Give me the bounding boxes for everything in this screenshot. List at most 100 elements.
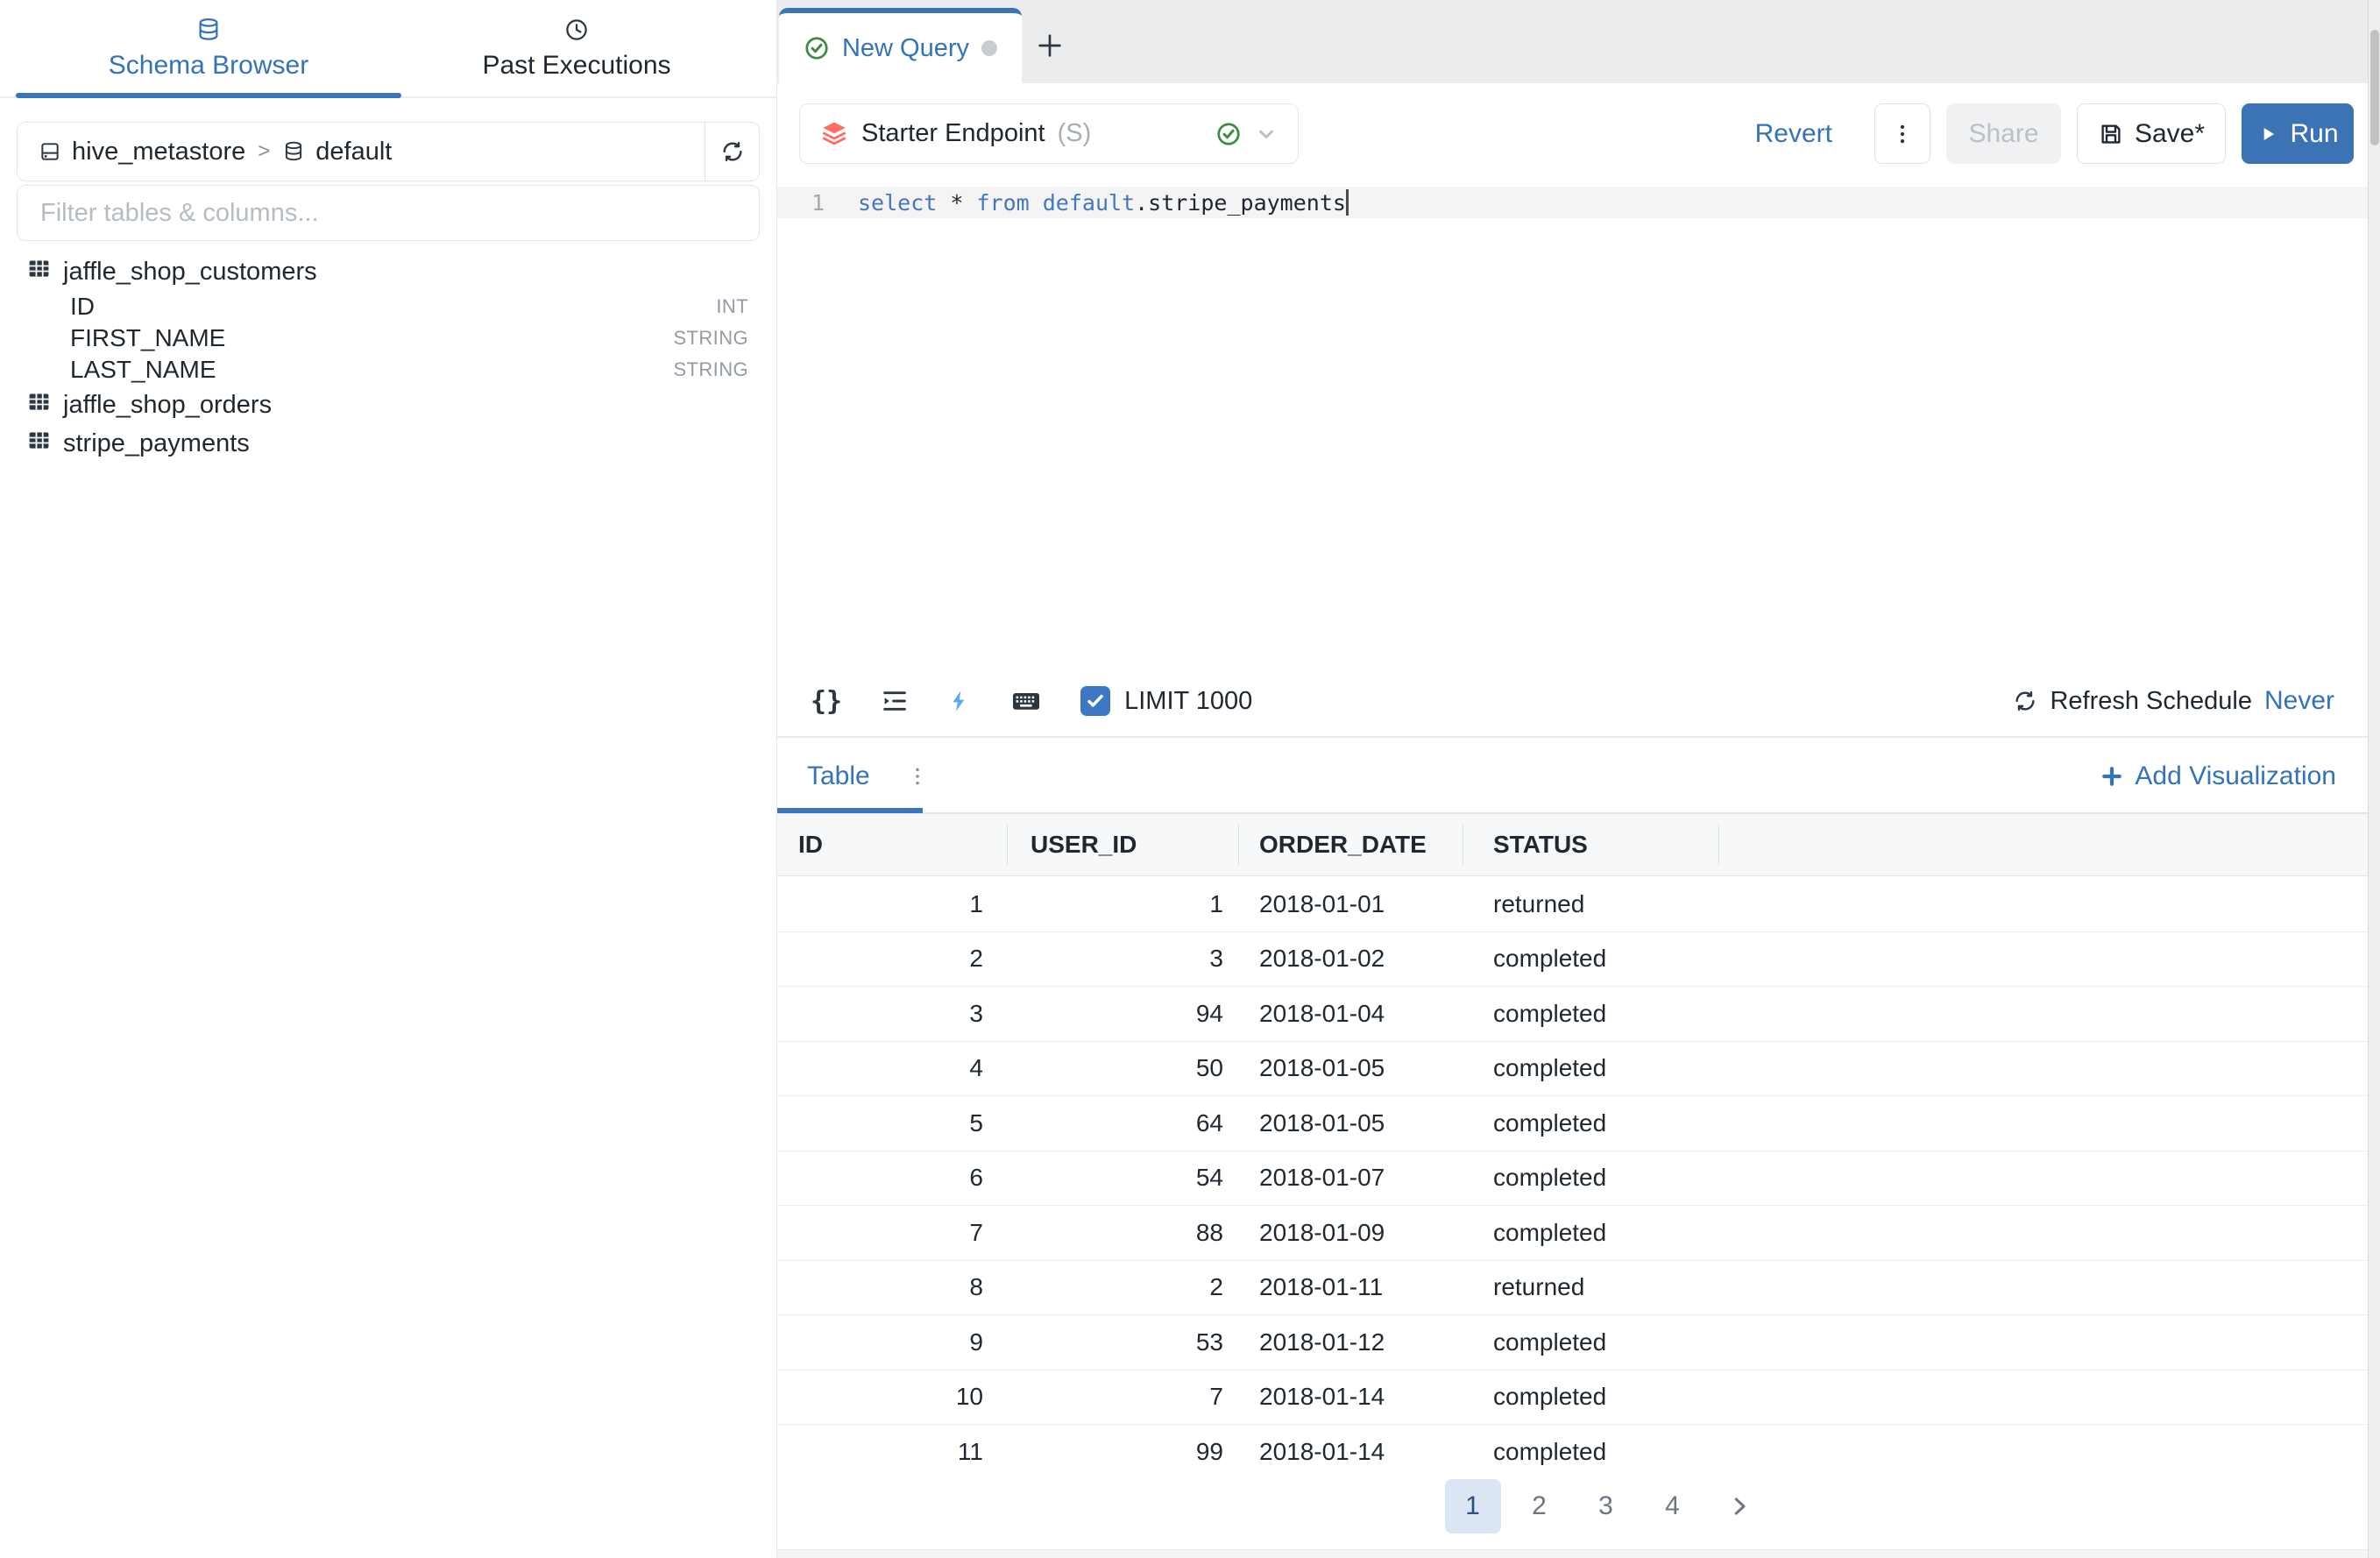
table-cell: 9 bbox=[777, 1315, 1008, 1370]
tree-table-item[interactable]: jaffle_shop_orders bbox=[0, 386, 776, 424]
table-row: 9532018-01-12completed bbox=[777, 1315, 2368, 1370]
table-row: 11992018-01-14completed bbox=[777, 1425, 2368, 1480]
table-cell: 6 bbox=[777, 1151, 1008, 1206]
tab-past-executions[interactable]: Past Executions bbox=[401, 0, 752, 96]
save-button[interactable]: Save* bbox=[2077, 103, 2226, 164]
page-button[interactable]: 4 bbox=[1645, 1479, 1701, 1533]
results-table-body: 112018-01-01returned232018-01-02complete… bbox=[777, 877, 2368, 1480]
format-code-icon[interactable]: {} bbox=[811, 686, 842, 717]
sql-editor[interactable]: 1 select * from default.stripe_payments bbox=[777, 180, 2368, 666]
table-cell: 2 bbox=[1008, 1261, 1239, 1315]
sidebar: Schema Browser Past Executions bbox=[0, 0, 777, 1558]
query-tab-new-query[interactable]: New Query bbox=[779, 8, 1022, 83]
breadcrumb-separator: > bbox=[256, 139, 272, 164]
tree-column-item[interactable]: FIRST_NAMESTRING bbox=[0, 322, 776, 354]
table-cell: 8 bbox=[777, 1261, 1008, 1315]
results-options-button[interactable] bbox=[905, 764, 930, 789]
results-table-header: ID USER_ID ORDER_DATE STATUS bbox=[777, 813, 2368, 876]
sql-editor-app: Schema Browser Past Executions bbox=[0, 0, 2380, 1558]
breadcrumb-path[interactable]: hive_metastore > default bbox=[18, 138, 705, 166]
column-header[interactable]: USER_ID bbox=[1008, 814, 1239, 875]
endpoint-selector[interactable]: Starter Endpoint (S) bbox=[799, 103, 1299, 164]
table-name: jaffle_shop_orders bbox=[63, 391, 272, 420]
column-header[interactable]: STATUS bbox=[1463, 814, 1719, 875]
new-tab-button[interactable] bbox=[1022, 8, 1078, 83]
table-cell: 2018-01-04 bbox=[1239, 987, 1463, 1041]
table-cell: 7 bbox=[777, 1206, 1008, 1260]
page-button[interactable]: 2 bbox=[1512, 1479, 1568, 1533]
refresh-icon bbox=[720, 139, 745, 164]
run-label: Run bbox=[2290, 119, 2338, 149]
toolbar-actions: Revert Share Save* bbox=[1755, 103, 2354, 164]
table-cell-filler bbox=[1719, 1261, 2368, 1315]
main-panel: New Query Starter Endpoint ( bbox=[777, 0, 2380, 1558]
filter-input[interactable] bbox=[17, 185, 760, 241]
results-header: Table Add Visualization bbox=[777, 740, 2368, 813]
code-token: stripe_payments bbox=[1148, 190, 1346, 216]
pagination: 1234 bbox=[777, 1479, 2368, 1533]
table-name: jaffle_shop_customers bbox=[63, 258, 317, 287]
tree-column-item[interactable]: IDINT bbox=[0, 291, 776, 322]
catalog-icon bbox=[39, 140, 61, 163]
column-name: ID bbox=[70, 293, 95, 321]
page-button[interactable]: 1 bbox=[1445, 1479, 1501, 1533]
tab-label: Past Executions bbox=[482, 51, 670, 81]
tab-results-table[interactable]: Table bbox=[807, 761, 870, 791]
sidebar-tabs: Schema Browser Past Executions bbox=[0, 0, 776, 98]
run-button[interactable]: Run bbox=[2242, 103, 2354, 164]
database-icon bbox=[195, 17, 222, 43]
table-cell: 94 bbox=[1008, 987, 1239, 1041]
table-cell: completed bbox=[1463, 1096, 1719, 1151]
table-cell: 2018-01-09 bbox=[1239, 1206, 1463, 1260]
column-header[interactable]: ORDER_DATE bbox=[1239, 814, 1463, 875]
table-cell: completed bbox=[1463, 1315, 1719, 1370]
table-cell: 54 bbox=[1008, 1151, 1239, 1206]
table-cell: 2 bbox=[777, 932, 1008, 987]
breadcrumb: hive_metastore > default bbox=[17, 122, 760, 181]
refresh-schema-button[interactable] bbox=[705, 123, 759, 181]
table-cell: 2018-01-02 bbox=[1239, 932, 1463, 987]
vertical-scrollbar[interactable] bbox=[2368, 0, 2380, 1558]
breadcrumb-catalog[interactable]: hive_metastore bbox=[72, 138, 245, 166]
page-button[interactable]: 3 bbox=[1578, 1479, 1634, 1533]
table-icon bbox=[26, 389, 52, 421]
tree-table-item[interactable]: stripe_payments bbox=[0, 424, 776, 463]
table-row: 3942018-01-04completed bbox=[777, 987, 2368, 1042]
table-cell: completed bbox=[1463, 1370, 1719, 1425]
breadcrumb-schema[interactable]: default bbox=[315, 138, 392, 166]
revert-button[interactable]: Revert bbox=[1755, 119, 1832, 149]
next-page-button[interactable] bbox=[1711, 1479, 1767, 1533]
table-cell-filler bbox=[1719, 1042, 2368, 1096]
table-cell: 11 bbox=[777, 1425, 1008, 1480]
indent-icon[interactable] bbox=[881, 687, 909, 715]
play-icon bbox=[2256, 123, 2279, 145]
endpoint-name: Starter Endpoint bbox=[861, 119, 1045, 148]
lightning-icon[interactable] bbox=[947, 689, 972, 713]
column-header-filler bbox=[1719, 814, 2368, 875]
table-cell-filler bbox=[1719, 1425, 2368, 1480]
table-cell: 2018-01-07 bbox=[1239, 1151, 1463, 1206]
table-cell-filler bbox=[1719, 877, 2368, 931]
share-button[interactable]: Share bbox=[1946, 103, 2061, 164]
tab-schema-browser[interactable]: Schema Browser bbox=[16, 0, 401, 96]
refresh-schedule-value[interactable]: Never bbox=[2264, 686, 2334, 716]
tree-column-item[interactable]: LAST_NAMESTRING bbox=[0, 354, 776, 386]
table-row: 1072018-01-14completed bbox=[777, 1370, 2368, 1426]
schema-icon bbox=[282, 140, 305, 163]
keyboard-shortcuts-icon[interactable] bbox=[1010, 685, 1042, 717]
kebab-icon bbox=[905, 764, 930, 789]
limit-checkbox[interactable] bbox=[1080, 686, 1110, 716]
check-icon bbox=[1084, 690, 1107, 712]
schema-tree: jaffle_shop_customers IDINTFIRST_NAMESTRI… bbox=[0, 252, 776, 463]
add-visualization-button[interactable]: Add Visualization bbox=[2100, 761, 2336, 791]
add-visualization-label: Add Visualization bbox=[2135, 761, 2336, 791]
column-header[interactable]: ID bbox=[777, 814, 1008, 875]
more-options-button[interactable] bbox=[1874, 103, 1930, 164]
table-cell: 2018-01-05 bbox=[1239, 1096, 1463, 1151]
table-cell: 4 bbox=[777, 1042, 1008, 1096]
scrollbar-thumb[interactable] bbox=[2370, 30, 2379, 145]
chevron-right-icon bbox=[1726, 1493, 1753, 1519]
table-row: 7882018-01-09completed bbox=[777, 1206, 2368, 1261]
table-cell: completed bbox=[1463, 1042, 1719, 1096]
tree-table-item[interactable]: jaffle_shop_customers bbox=[0, 252, 776, 291]
